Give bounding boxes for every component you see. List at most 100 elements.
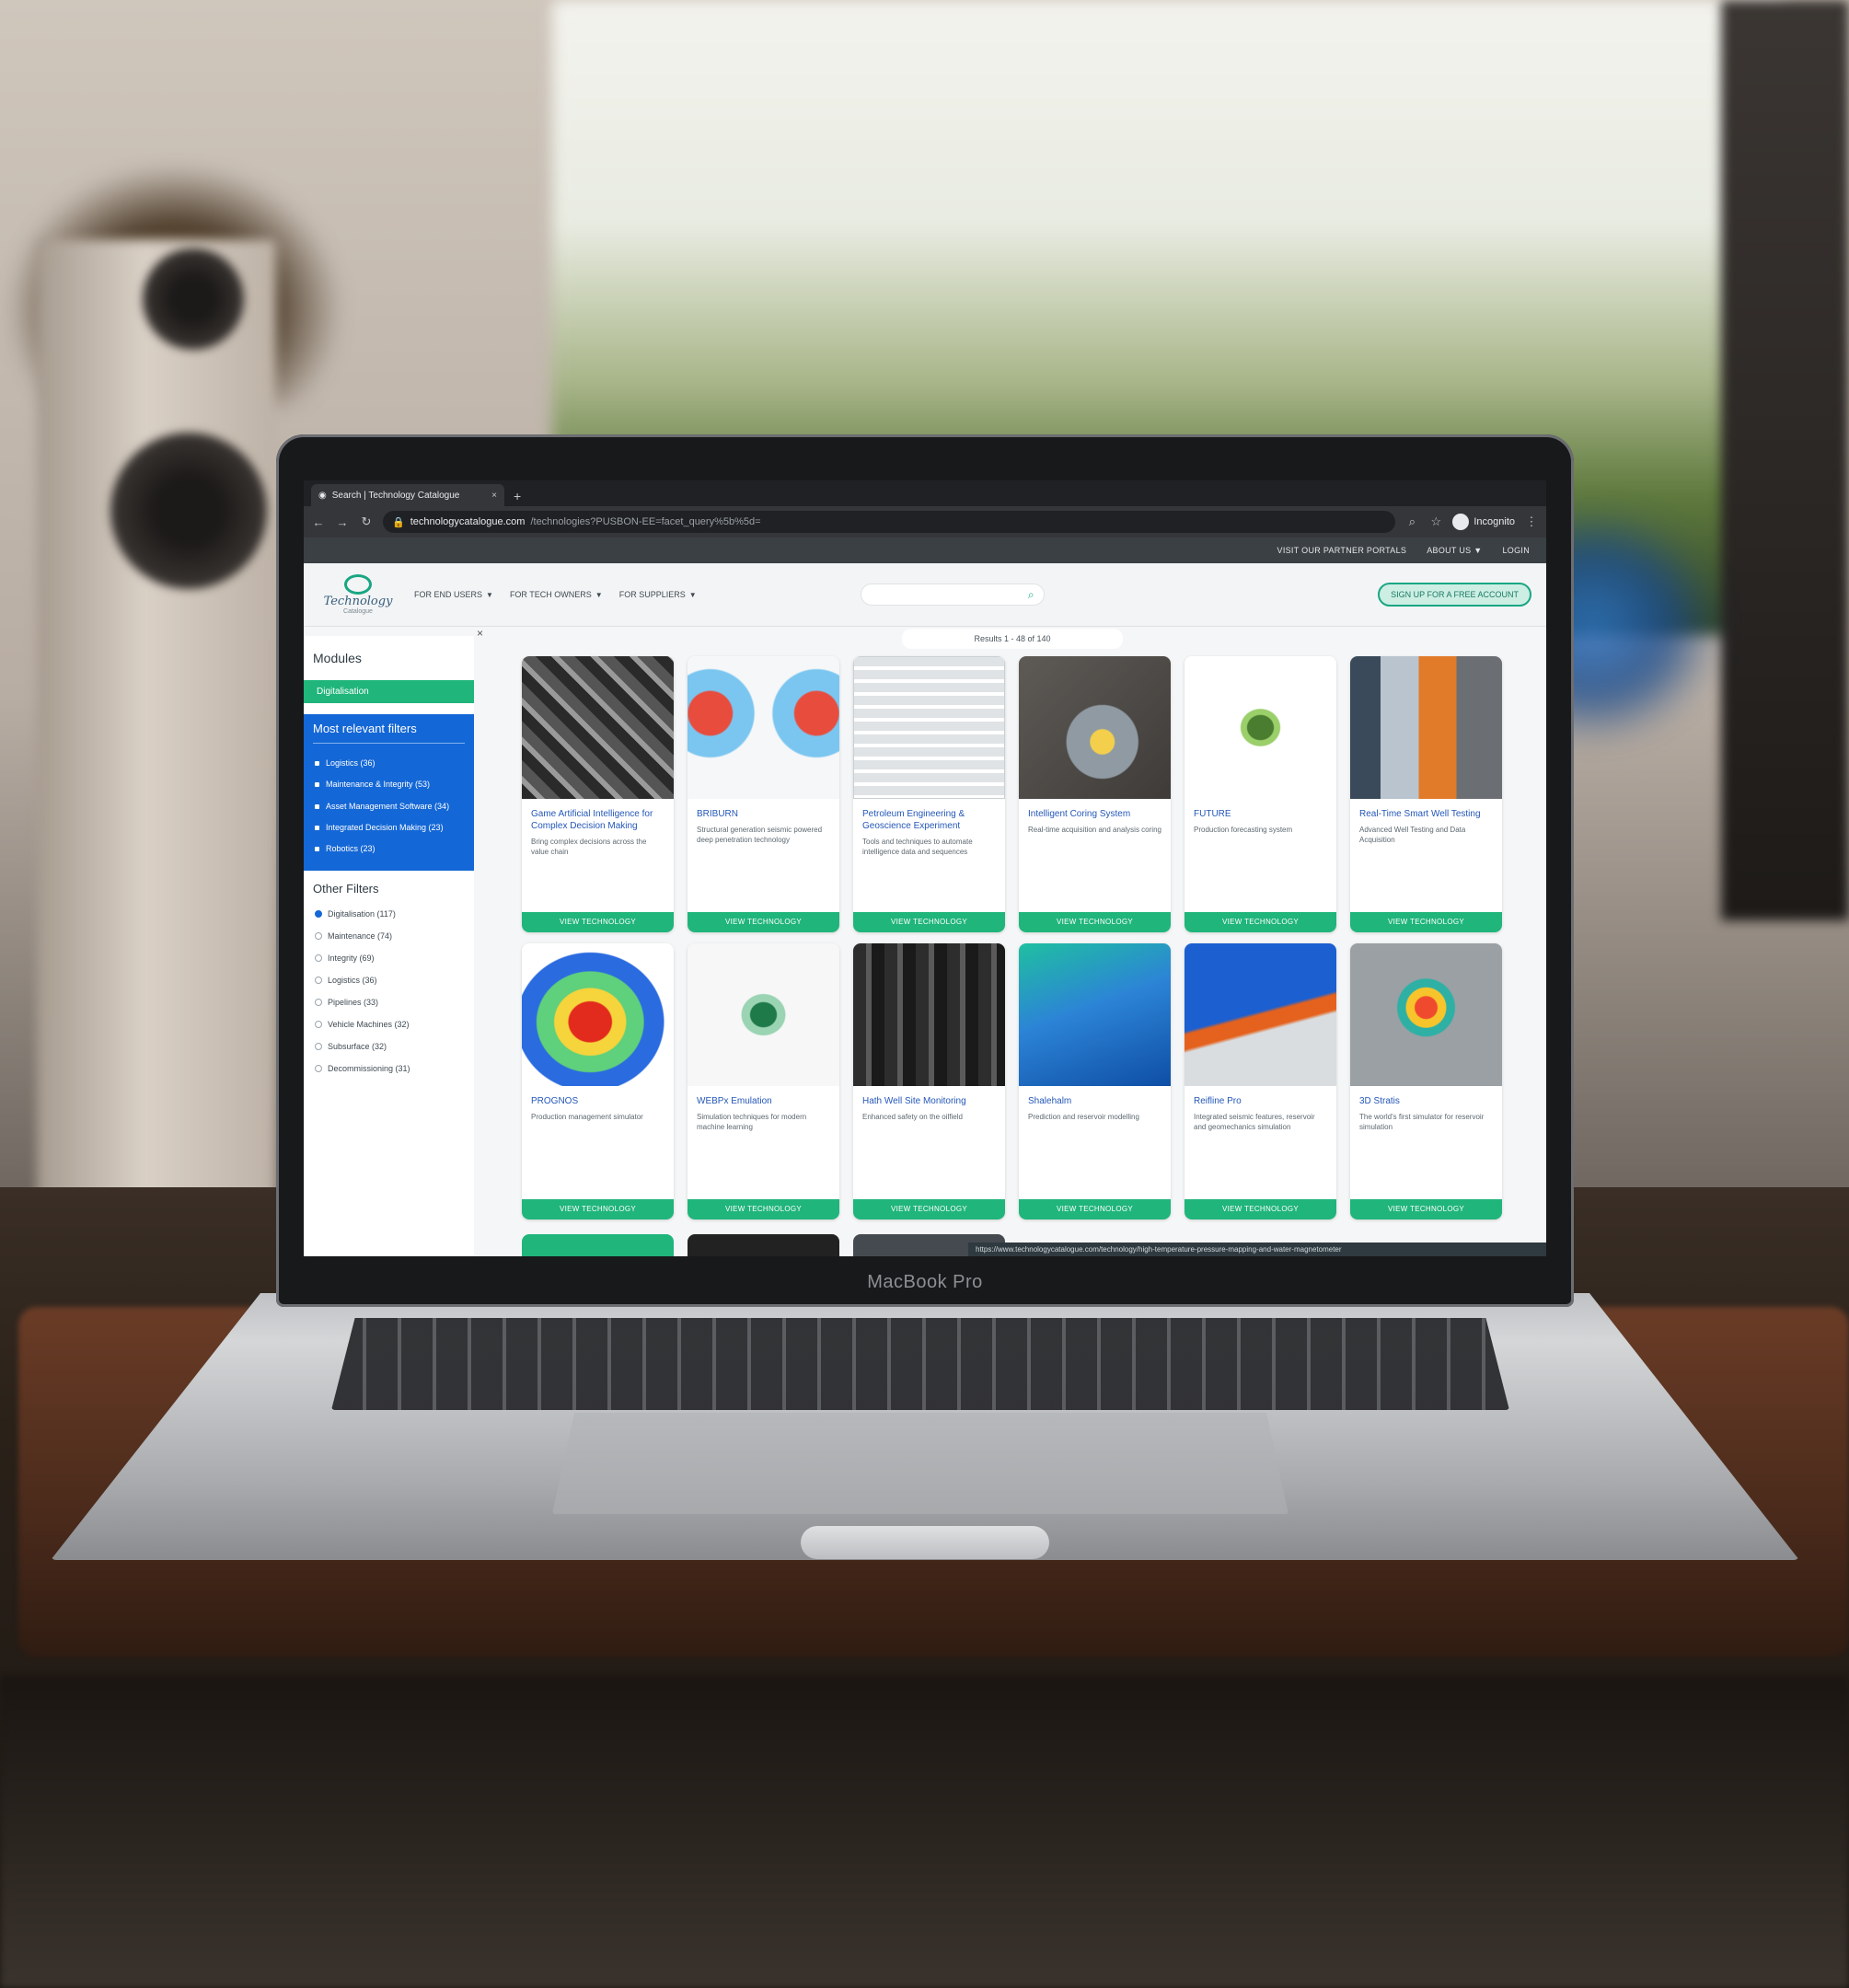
technology-card[interactable]: Reifline Pro Integrated seismic features… xyxy=(1185,943,1336,1219)
zoom-icon[interactable]: ⌕ xyxy=(1404,514,1419,529)
laptop-trackpad xyxy=(552,1413,1289,1514)
view-technology-button[interactable]: VIEW TECHNOLOGY xyxy=(688,912,839,932)
browser-tabbar: ◉ Search | Technology Catalogue × + xyxy=(304,480,1546,506)
view-technology-button[interactable]: VIEW TECHNOLOGY xyxy=(1185,912,1336,932)
nav-end-users-label: FOR END USERS xyxy=(414,590,483,599)
main-content: Modules Digitalisation Most relevant fil… xyxy=(304,627,1546,1256)
relevant-filter-item[interactable]: Integrated Decision Making (23) xyxy=(313,817,465,838)
nav-end-users[interactable]: FOR END USERS ▼ xyxy=(414,590,493,599)
caret-down-icon: ▼ xyxy=(486,590,493,599)
other-filter-radio[interactable]: Logistics (36) xyxy=(304,969,474,991)
module-digitalisation[interactable]: Digitalisation xyxy=(304,680,474,703)
view-technology-button[interactable]: VIEW TECHNOLOGY xyxy=(853,1199,1005,1219)
card-image xyxy=(1350,656,1502,799)
card-title[interactable]: BRIBURN xyxy=(688,799,839,824)
incognito-avatar-icon xyxy=(1452,514,1470,530)
view-technology-button[interactable]: VIEW TECHNOLOGY xyxy=(1185,1199,1336,1219)
other-filter-radio[interactable]: Pipelines (33) xyxy=(304,991,474,1013)
card-image xyxy=(522,656,674,799)
card-description: Production forecasting system xyxy=(1194,826,1293,834)
other-filter-radio[interactable]: Vehicle Machines (32) xyxy=(304,1013,474,1035)
technology-card[interactable]: WEBPx Emulation Simulation techniques fo… xyxy=(688,943,839,1219)
url-host: technologycatalogue.com xyxy=(410,516,526,527)
back-arrow-icon[interactable]: ← xyxy=(311,515,326,529)
new-tab-button[interactable]: + xyxy=(514,489,521,503)
partner-portals-link[interactable]: VISIT OUR PARTNER PORTALS xyxy=(1277,546,1407,555)
card-title[interactable]: Hath Well Site Monitoring xyxy=(853,1086,1005,1111)
site-topstrip: VISIT OUR PARTNER PORTALS ABOUT US ▼ LOG… xyxy=(304,537,1546,563)
incognito-label: Incognito xyxy=(1473,516,1515,527)
technology-card[interactable]: Petroleum Engineering & Geoscience Exper… xyxy=(853,656,1005,932)
card-description: Bring complex decisions across the value… xyxy=(531,838,647,856)
card-title[interactable]: Intelligent Coring System xyxy=(1019,799,1171,824)
forward-arrow-icon[interactable]: → xyxy=(335,515,350,529)
card-image xyxy=(1185,656,1336,799)
view-technology-button[interactable]: VIEW TECHNOLOGY xyxy=(522,1199,674,1219)
technology-card[interactable]: PROGNOS Production management simulator … xyxy=(522,943,674,1219)
logo-subtext: Catalogue xyxy=(343,608,373,615)
view-technology-button[interactable]: VIEW TECHNOLOGY xyxy=(1019,912,1171,932)
tab-title: Search | Technology Catalogue xyxy=(331,490,460,501)
card-title[interactable]: Petroleum Engineering & Geoscience Exper… xyxy=(853,799,1005,836)
other-filter-radio[interactable]: Decommissioning (31) xyxy=(304,1058,474,1080)
view-technology-button[interactable]: VIEW TECHNOLOGY xyxy=(1019,1199,1171,1219)
technology-card[interactable]: 3D Stratis The world's first simulator f… xyxy=(1350,943,1502,1219)
card-image xyxy=(1350,943,1502,1086)
view-technology-button[interactable]: VIEW TECHNOLOGY xyxy=(522,912,674,932)
technology-card[interactable]: Hath Well Site Monitoring Enhanced safet… xyxy=(853,943,1005,1219)
card-title[interactable]: PROGNOS xyxy=(522,1086,674,1111)
relevant-filter-item[interactable]: Asset Management Software (34) xyxy=(313,796,465,817)
view-technology-button[interactable]: VIEW TECHNOLOGY xyxy=(1350,1199,1502,1219)
card-title[interactable]: Game Artificial Intelligence for Complex… xyxy=(522,799,674,836)
third-row-peek xyxy=(522,1234,1005,1256)
technology-card[interactable]: Shalehalm Prediction and reservoir model… xyxy=(1019,943,1171,1219)
view-technology-button[interactable]: VIEW TECHNOLOGY xyxy=(688,1199,839,1219)
view-technology-button[interactable]: VIEW TECHNOLOGY xyxy=(853,912,1005,932)
login-link[interactable]: LOGIN xyxy=(1502,546,1530,555)
technology-card[interactable]: Game Artificial Intelligence for Complex… xyxy=(522,656,674,932)
nav-suppliers[interactable]: FOR SUPPLIERS ▼ xyxy=(619,590,697,599)
incognito-badge[interactable]: Incognito xyxy=(1452,514,1515,530)
sidebar-collapse-icon[interactable]: × xyxy=(477,627,483,640)
card-description: Structural generation seismic powered de… xyxy=(697,826,823,844)
technology-card-partial[interactable] xyxy=(688,1234,839,1256)
other-filter-radio[interactable]: Digitalisation (117) xyxy=(304,903,474,925)
speaker xyxy=(37,239,276,1298)
technology-card[interactable]: FUTURE Production forecasting system VIE… xyxy=(1185,656,1336,932)
signup-button[interactable]: SIGN UP FOR A FREE ACCOUNT xyxy=(1378,583,1531,607)
search-icon[interactable]: ⌕ xyxy=(1028,588,1034,602)
laptop-screen: ◉ Search | Technology Catalogue × + ← → … xyxy=(304,480,1546,1256)
tab-close-icon[interactable]: × xyxy=(491,491,497,501)
view-technology-button[interactable]: VIEW TECHNOLOGY xyxy=(1350,912,1502,932)
reload-icon[interactable]: ↻ xyxy=(359,514,374,529)
browser-tab[interactable]: ◉ Search | Technology Catalogue × xyxy=(311,484,504,506)
menu-kebab-icon[interactable]: ⋮ xyxy=(1524,514,1539,529)
technology-card[interactable]: Real-Time Smart Well Testing Advanced We… xyxy=(1350,656,1502,932)
nav-tech-owners[interactable]: FOR TECH OWNERS ▼ xyxy=(510,590,603,599)
technology-card-partial[interactable] xyxy=(522,1234,674,1256)
tab-favicon-icon: ◉ xyxy=(318,490,327,501)
card-description: Enhanced safety on the oilfield xyxy=(862,1113,963,1121)
other-filter-radio[interactable]: Subsurface (32) xyxy=(304,1035,474,1058)
other-filter-radio[interactable]: Maintenance (74) xyxy=(304,925,474,947)
lock-icon: 🔒 xyxy=(392,516,405,528)
relevant-filter-item[interactable]: Logistics (36) xyxy=(313,753,465,774)
site-logo[interactable]: Technology Catalogue xyxy=(318,574,398,615)
technology-card[interactable]: Intelligent Coring System Real-time acqu… xyxy=(1019,656,1171,932)
card-title[interactable]: Shalehalm xyxy=(1019,1086,1171,1111)
nav-tech-owners-label: FOR TECH OWNERS xyxy=(509,590,592,599)
card-title[interactable]: FUTURE xyxy=(1185,799,1336,824)
other-filter-radio[interactable]: Integrity (69) xyxy=(304,947,474,969)
card-title[interactable]: Real-Time Smart Well Testing xyxy=(1350,799,1502,824)
site-search-input[interactable]: ⌕ xyxy=(860,584,1045,606)
relevant-filter-item[interactable]: Maintenance & Integrity (53) xyxy=(313,774,465,795)
about-us-link[interactable]: ABOUT US ▼ xyxy=(1427,546,1482,555)
card-title[interactable]: 3D Stratis xyxy=(1350,1086,1502,1111)
speaker-tweeter xyxy=(143,248,244,350)
relevant-filter-item[interactable]: Robotics (23) xyxy=(313,838,465,860)
address-bar[interactable]: 🔒 technologycatalogue.com/technologies?P… xyxy=(383,511,1396,533)
card-title[interactable]: WEBPx Emulation xyxy=(688,1086,839,1111)
star-icon[interactable]: ☆ xyxy=(1428,514,1443,529)
card-title[interactable]: Reifline Pro xyxy=(1185,1086,1336,1111)
technology-card[interactable]: BRIBURN Structural generation seismic po… xyxy=(688,656,839,932)
